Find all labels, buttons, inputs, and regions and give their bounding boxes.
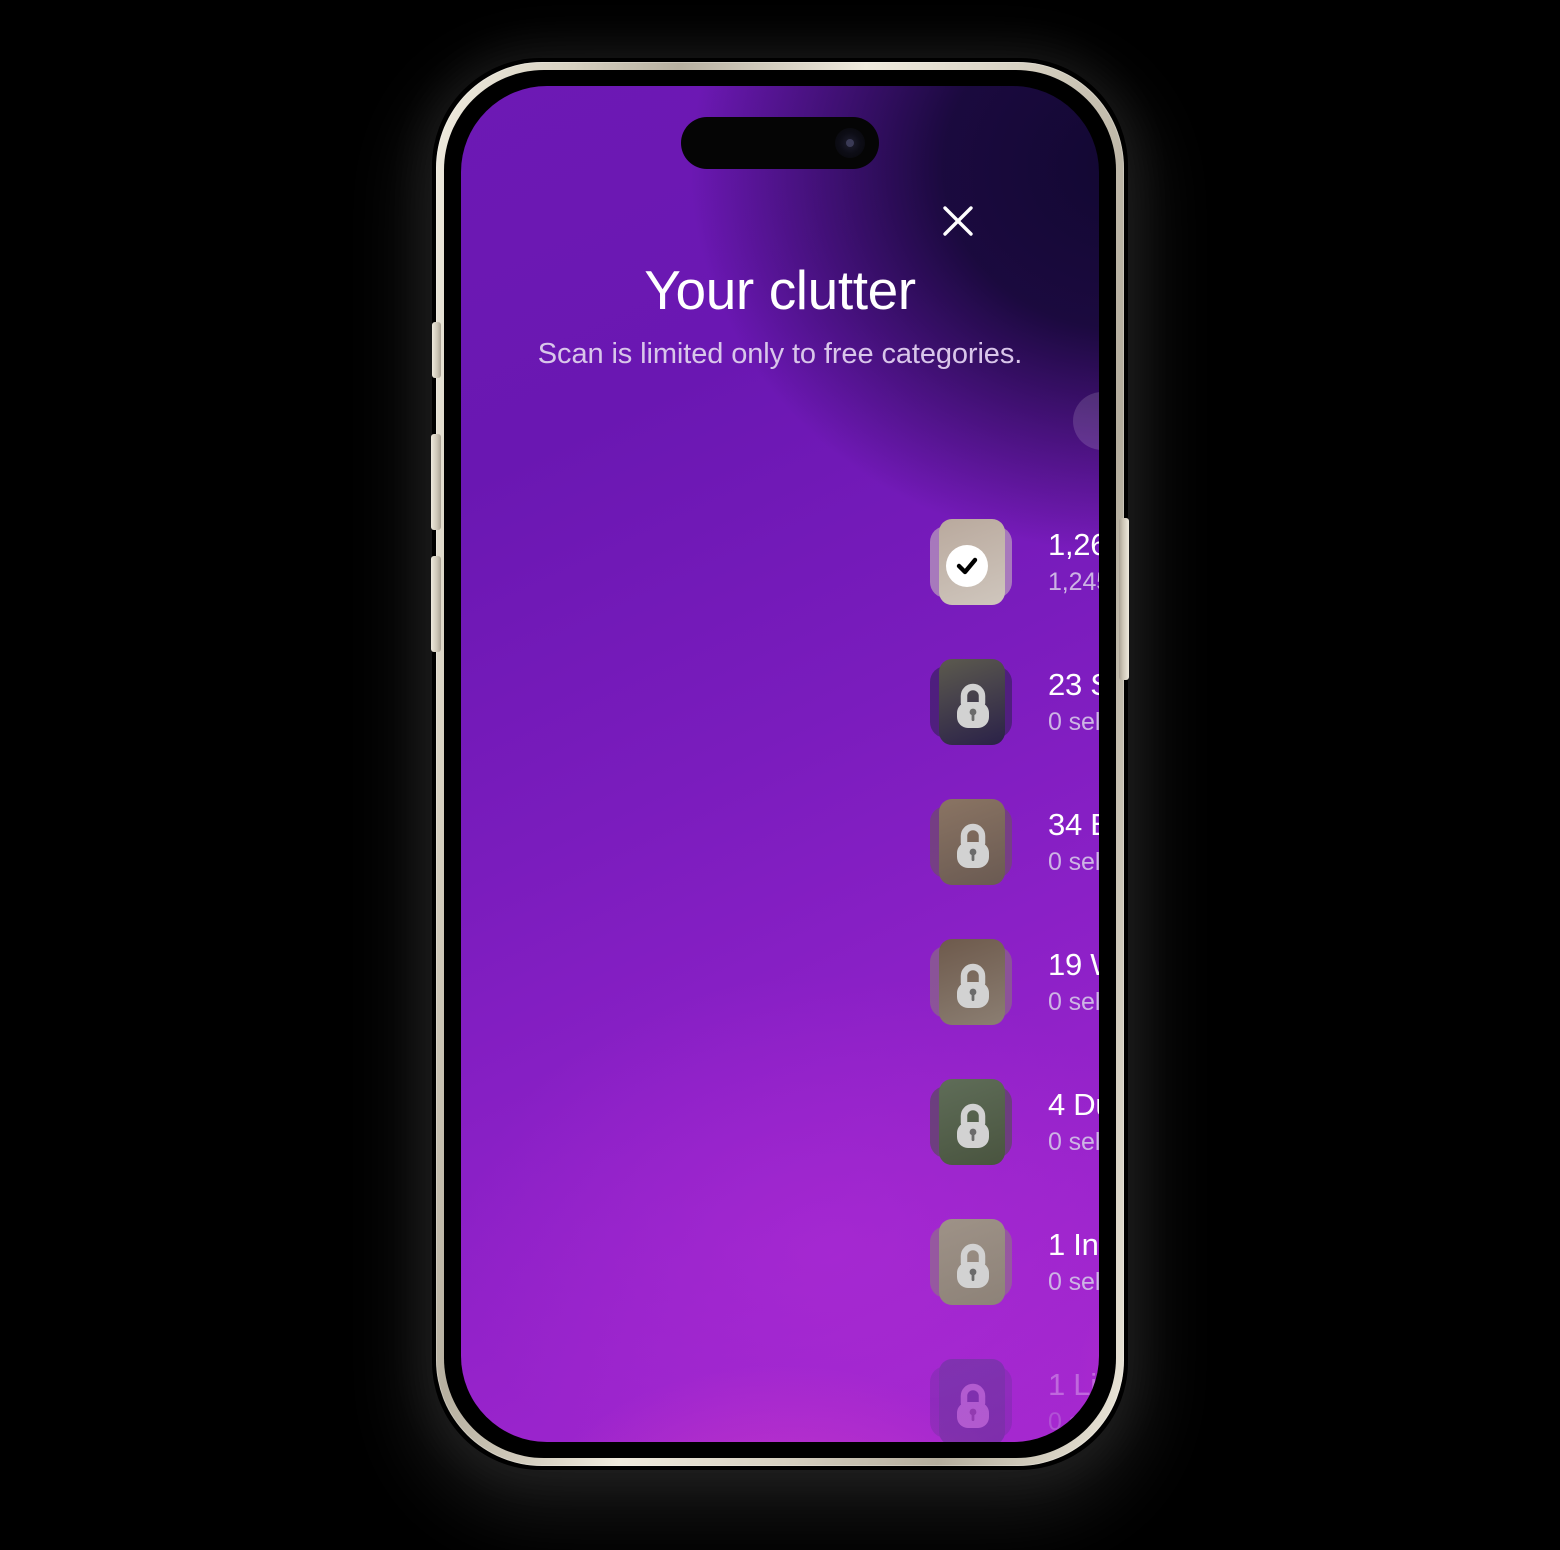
- category-row[interactable]: 34 Blurred Shots 0 selected 73.9 MB Zero…: [922, 772, 1099, 912]
- category-thumbnail: [930, 1219, 1016, 1305]
- close-icon[interactable]: [937, 200, 979, 242]
- category-selected-count: 1,245 selected: [1048, 567, 1099, 596]
- category-text: 4 Duplicates 0 selected: [1048, 1087, 1099, 1156]
- lock-icon: [950, 1101, 996, 1151]
- category-selected-count: 0 selected: [1048, 707, 1099, 736]
- category-text: 19 WhatsApp 0 selected: [1048, 947, 1099, 1016]
- category-title: 1,266 Screenshots: [1048, 527, 1099, 563]
- category-title: 19 WhatsApp: [1048, 947, 1099, 983]
- silent-switch-button[interactable]: [432, 322, 441, 378]
- app-screen: Your clutter Scan is limited only to fre…: [461, 86, 1099, 1442]
- category-thumbnail: [930, 939, 1016, 1025]
- category-row[interactable]: 23 Screen Recordings 0 selected 1.72 GB …: [922, 632, 1099, 772]
- phone-screen: Your clutter Scan is limited only to fre…: [461, 86, 1099, 1442]
- category-selected-count: 0 selected: [1048, 987, 1099, 1016]
- check-icon: [946, 545, 988, 587]
- power-button[interactable]: [1119, 518, 1129, 680]
- category-title: 34 Blurred Shots: [1048, 807, 1099, 843]
- category-selected-count: 0 selected: [1048, 1127, 1099, 1156]
- category-thumbnail: [930, 659, 1016, 745]
- lock-icon: [950, 681, 996, 731]
- category-text: 1 Lightroom 0 selected: [1048, 1367, 1099, 1436]
- category-text: 1,266 Screenshots 1,245 selected: [1048, 527, 1099, 596]
- category-selected-count: 0 selected: [1048, 1407, 1099, 1436]
- lock-icon: [950, 821, 996, 871]
- volume-down-button[interactable]: [431, 556, 441, 652]
- lock-icon: [950, 1241, 996, 1291]
- category-title: 1 Lightroom: [1048, 1367, 1099, 1403]
- upgrade-to-premium-button[interactable]: Upgrade to Premium: [1073, 392, 1099, 450]
- category-title: 1 Instagram: [1048, 1227, 1099, 1263]
- category-thumbnail: [930, 799, 1016, 885]
- category-list: 1,266 Screenshots 1,245 selected 2.46 GB…: [922, 492, 1099, 1442]
- category-thumbnail: [930, 519, 1016, 605]
- category-selected-count: 0 selected: [1048, 1267, 1099, 1296]
- category-row[interactable]: 1,266 Screenshots 1,245 selected 2.46 GB…: [922, 492, 1099, 632]
- category-thumbnail: [930, 1079, 1016, 1165]
- category-row[interactable]: 4 Duplicates 0 selected 6.8 MB Zero KB: [922, 1052, 1099, 1192]
- category-text: 34 Blurred Shots 0 selected: [1048, 807, 1099, 876]
- front-camera-icon: [835, 128, 865, 158]
- lock-icon: [950, 1381, 996, 1431]
- volume-up-button[interactable]: [431, 434, 441, 530]
- category-selected-count: 0 selected: [1048, 847, 1099, 876]
- page-title: Your clutter: [644, 259, 916, 321]
- category-row[interactable]: 1 Lightroom 0 selected: [922, 1332, 1099, 1442]
- category-thumbnail: [930, 1359, 1016, 1442]
- category-text: 1 Instagram 0 selected: [1048, 1227, 1099, 1296]
- category-text: 23 Screen Recordings 0 selected: [1048, 667, 1099, 736]
- category-row[interactable]: 19 WhatsApp 0 selected 7.4 MB Zero KB: [922, 912, 1099, 1052]
- dynamic-island: [681, 117, 879, 169]
- category-title: 4 Duplicates: [1048, 1087, 1099, 1123]
- page-subtitle: Scan is limited only to free categories.: [537, 338, 1023, 370]
- category-row[interactable]: 1 Instagram 0 selected 3.7 MB Zero KB: [922, 1192, 1099, 1332]
- category-title: 23 Screen Recordings: [1048, 667, 1099, 703]
- lock-icon: [950, 961, 996, 1011]
